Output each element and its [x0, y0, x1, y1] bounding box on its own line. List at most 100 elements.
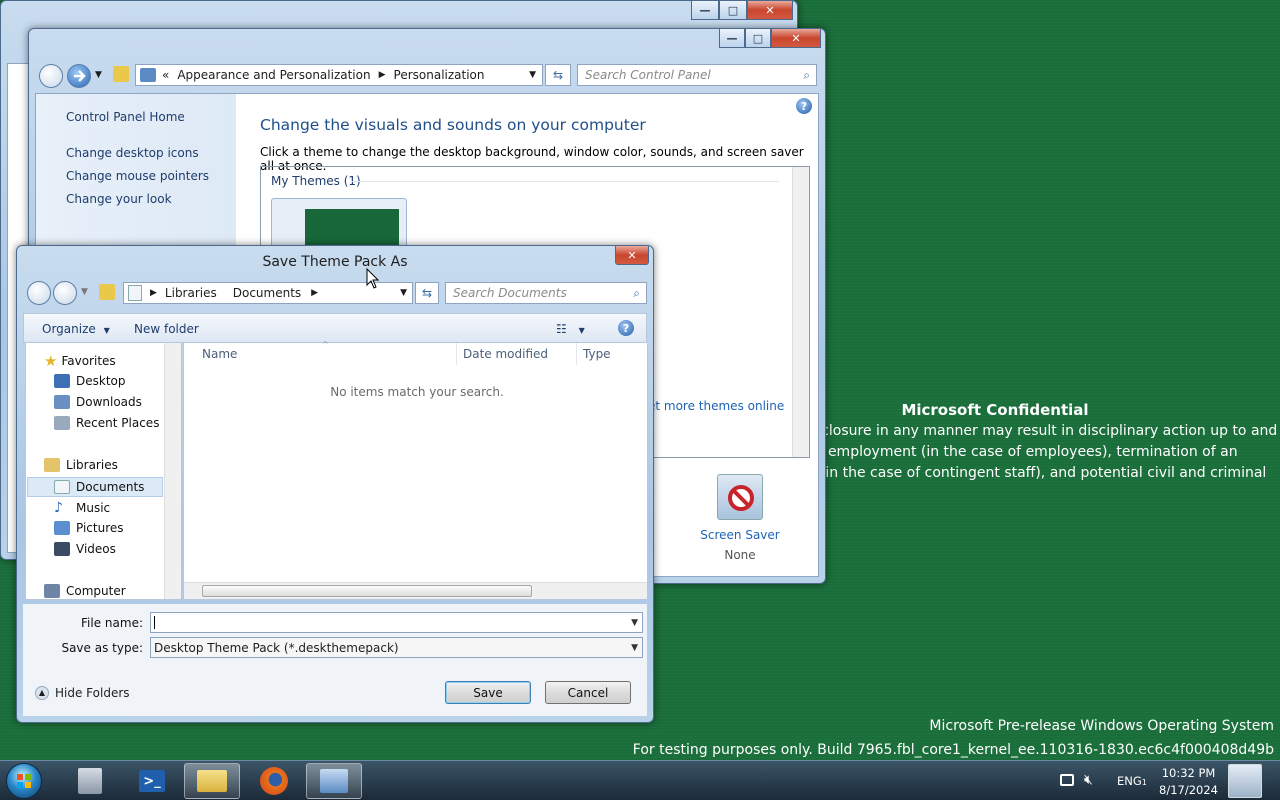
screen-saver-value: None — [724, 548, 756, 562]
column-name[interactable]: Name — [202, 343, 237, 365]
nav-music-label: Music — [76, 501, 111, 515]
save-theme-dialog[interactable]: Save Theme Pack As ✕ ▼ ▶ Libraries Docum… — [16, 245, 654, 723]
column-type[interactable]: Type — [583, 343, 611, 365]
minimize-button[interactable]: — — [691, 1, 719, 20]
firefox-icon — [260, 767, 288, 795]
hide-folders-toggle[interactable]: ▲ Hide Folders — [35, 686, 130, 700]
chevron-right-icon[interactable]: ▶ — [379, 70, 386, 80]
search-input[interactable]: Search Control Panel ⌕ — [577, 64, 817, 86]
cancel-button[interactable]: Cancel — [545, 681, 631, 704]
breadcrumb-overflow[interactable]: « — [162, 68, 169, 82]
nav-favorites[interactable]: ★ Favorites — [44, 352, 116, 370]
chevron-down-icon[interactable]: ▼ — [631, 618, 638, 628]
nav-pictures[interactable]: Pictures — [54, 521, 124, 535]
organize-menu[interactable]: Organize ▼ — [42, 322, 110, 336]
refresh-button[interactable]: ⇆ — [415, 282, 439, 304]
nav-documents-label: Documents — [76, 480, 145, 494]
close-button[interactable]: ✕ — [771, 29, 821, 48]
recent-pages-icon[interactable]: ▼ — [95, 70, 102, 80]
save-fields: File name: ▼ Save as type: Desktop Theme… — [23, 604, 647, 716]
close-button[interactable]: ✕ — [615, 246, 649, 265]
nav-recent-label: Recent Places — [76, 416, 160, 430]
help-icon[interactable]: ? — [796, 98, 812, 114]
taskbar-app-server-manager[interactable] — [62, 763, 118, 799]
control-panel-home-link[interactable]: Control Panel Home — [66, 110, 185, 124]
user-avatar[interactable] — [1228, 764, 1262, 798]
change-mouse-pointers-link[interactable]: Change mouse pointers — [66, 169, 209, 183]
chevron-right-icon[interactable]: ▶ — [311, 288, 318, 298]
breadcrumb-personalization[interactable]: Personalization — [394, 68, 485, 82]
refresh-button[interactable]: ⇆ — [545, 64, 571, 86]
chevron-right-icon[interactable]: ▶ — [150, 288, 157, 298]
page-title: Change the visuals and sounds on your co… — [260, 116, 646, 134]
breadcrumb-libraries[interactable]: Libraries — [165, 286, 217, 300]
folder-icon — [197, 770, 227, 792]
nav-recent-places[interactable]: Recent Places — [54, 416, 159, 430]
action-center-icon[interactable] — [1060, 774, 1074, 786]
file-list[interactable]: Name ^ Date modified Type No items match… — [183, 340, 648, 600]
nav-videos[interactable]: Videos — [54, 542, 116, 556]
organize-label: Organize — [42, 322, 96, 336]
taskbar-app-powershell[interactable]: >_ — [124, 763, 180, 799]
help-icon[interactable]: ? — [618, 320, 634, 336]
chevron-down-icon[interactable]: ▼ — [529, 70, 536, 80]
scroll-thumb[interactable] — [202, 585, 532, 597]
minimize-button[interactable]: — — [719, 29, 745, 48]
forward-button[interactable] — [67, 64, 91, 88]
navigation-pane[interactable]: ★ Favorites Desktop Downloads Recent Pla… — [25, 343, 182, 600]
nav-downloads[interactable]: Downloads — [54, 395, 142, 409]
get-more-themes-link[interactable]: et more themes online — [648, 399, 784, 413]
chevron-down-icon[interactable]: ▼ — [400, 288, 407, 298]
search-icon[interactable]: ⌕ — [803, 68, 810, 83]
column-separator[interactable] — [576, 343, 577, 365]
clock[interactable]: 10:32 PM 8/17/2024 — [1159, 765, 1218, 799]
start-button[interactable] — [6, 763, 42, 799]
recent-pages-icon[interactable]: ▼ — [81, 287, 88, 297]
breadcrumb-appearance[interactable]: Appearance and Personalization — [177, 68, 370, 82]
screen-saver-label[interactable]: Screen Saver — [695, 528, 785, 542]
nav-music[interactable]: ♪ Music — [54, 500, 110, 516]
taskbar-app-firefox[interactable] — [246, 763, 302, 799]
nav-desktop-label: Desktop — [76, 374, 126, 388]
nav-desktop[interactable]: Desktop — [54, 374, 126, 388]
view-options-icon[interactable]: ☷ ▼ — [556, 322, 585, 336]
change-your-look-link[interactable]: Change your look — [66, 192, 172, 206]
up-folder-icon[interactable] — [99, 284, 115, 300]
close-button[interactable]: ✕ — [747, 1, 793, 20]
volume-muted-icon[interactable]: 🔇︎ — [1084, 772, 1093, 788]
nav-computer[interactable]: Computer — [44, 584, 126, 598]
nav-documents[interactable]: Documents — [27, 477, 163, 497]
up-folder-icon[interactable] — [113, 66, 129, 82]
column-date-modified[interactable]: Date modified — [463, 343, 548, 365]
maximize-button[interactable]: □ — [745, 29, 771, 48]
breadcrumb-documents[interactable]: Documents — [233, 286, 301, 300]
chevron-down-icon[interactable]: ▼ — [631, 643, 638, 653]
control-panel-icon — [140, 68, 156, 82]
maximize-button[interactable]: □ — [719, 1, 747, 20]
forward-button[interactable] — [53, 281, 77, 305]
save-button[interactable]: Save — [445, 681, 531, 704]
themes-scrollbar[interactable] — [792, 167, 809, 457]
back-button[interactable] — [39, 64, 63, 88]
search-input[interactable]: Search Documents ⌕ — [445, 282, 647, 304]
text-cursor — [154, 616, 155, 629]
nav-scrollbar[interactable] — [164, 343, 181, 599]
confidential-line: t (in the case of contingent staff), and… — [810, 465, 1267, 481]
address-bar[interactable]: « Appearance and Personalization ▶ Perso… — [135, 64, 543, 86]
empty-message: No items match your search. — [330, 385, 504, 399]
file-name-input[interactable]: ▼ — [150, 612, 643, 633]
language-indicator[interactable]: ENG1 — [1117, 774, 1147, 788]
sort-arrow-icon: ^ — [322, 340, 329, 349]
back-button[interactable] — [27, 281, 51, 305]
new-folder-button[interactable]: New folder — [134, 322, 199, 336]
column-separator[interactable] — [456, 343, 457, 365]
taskbar-app-control-panel[interactable] — [306, 763, 362, 799]
save-type-select[interactable]: Desktop Theme Pack (*.deskthemepack) ▼ — [150, 637, 643, 658]
taskbar-app-explorer[interactable] — [184, 763, 240, 799]
screen-saver-setting[interactable]: Screen Saver None — [695, 474, 785, 562]
powershell-icon: >_ — [139, 770, 165, 792]
search-icon[interactable]: ⌕ — [633, 286, 640, 301]
nav-libraries[interactable]: Libraries — [44, 458, 118, 472]
change-desktop-icons-link[interactable]: Change desktop icons — [66, 146, 199, 160]
file-list-hscrollbar[interactable] — [184, 582, 647, 599]
